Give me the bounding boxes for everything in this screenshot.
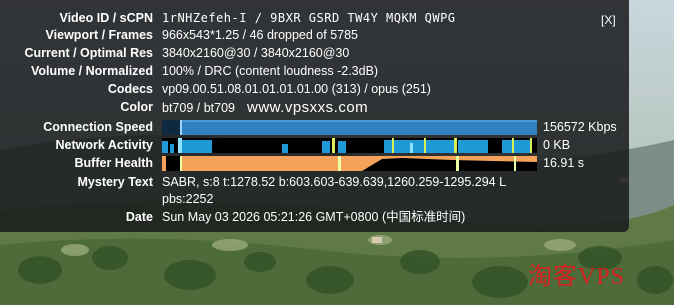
stat-label: Viewport / Frames (45, 28, 153, 42)
date-value: Sun May 03 2026 05:21:26 GMT+0800 (中国标准时… (162, 210, 466, 224)
stat-label: Codecs (107, 82, 153, 96)
stat-label: Current / Optimal Res (24, 46, 154, 60)
resolution-value: 3840x2160@30 / 3840x2160@30 (162, 46, 350, 60)
stat-label: Date (125, 210, 153, 224)
site-url-text: www.vpsxxs.com (246, 99, 369, 116)
viewport-value: 966x543*1.25 / 46 dropped of 5785 (162, 28, 359, 42)
buffer-health-value: 16.91 s (543, 156, 585, 170)
stat-label: Mystery Text (77, 175, 154, 189)
network-activity-graph (162, 138, 537, 153)
volume-value: 100% / DRC (content loudness -2.3dB) (162, 64, 379, 78)
connection-speed-value: 156572 Kbps (543, 120, 617, 134)
stat-label: Buffer Health (74, 156, 153, 170)
network-activity-value: 0 KB (543, 138, 571, 152)
connection-speed-graph (162, 120, 537, 135)
stat-label: Video ID / sCPN (59, 11, 153, 25)
video-id-value: 1rNHZefeh-I / 9BXR GSRD TW4Y MQKM QWPG (162, 11, 456, 25)
stat-label: Network Activity (55, 138, 153, 152)
watermark-logo: 淘客VPS (528, 264, 626, 290)
mystery-text-line-1: SABR, s:8 t:1278.52 b:603.603-639.639,12… (162, 175, 507, 189)
stats-for-nerds-panel: [X] Video ID / sCPN 1rNHZefeh-I / 9BXR G… (0, 0, 629, 232)
stat-label: Color (120, 100, 153, 114)
stat-label: Connection Speed (43, 120, 153, 134)
close-button[interactable]: [X] (601, 13, 616, 27)
color-value: bt709 / bt709 www.vpsxxs.com (162, 99, 368, 117)
color-text: bt709 / bt709 (162, 101, 235, 115)
codecs-value: vp09.00.51.08.01.01.01.01.00 (313) / opu… (162, 82, 431, 96)
mystery-text-line-2: pbs:2252 (162, 192, 214, 206)
stat-label: Volume / Normalized (30, 64, 153, 78)
buffer-health-graph (162, 156, 537, 171)
